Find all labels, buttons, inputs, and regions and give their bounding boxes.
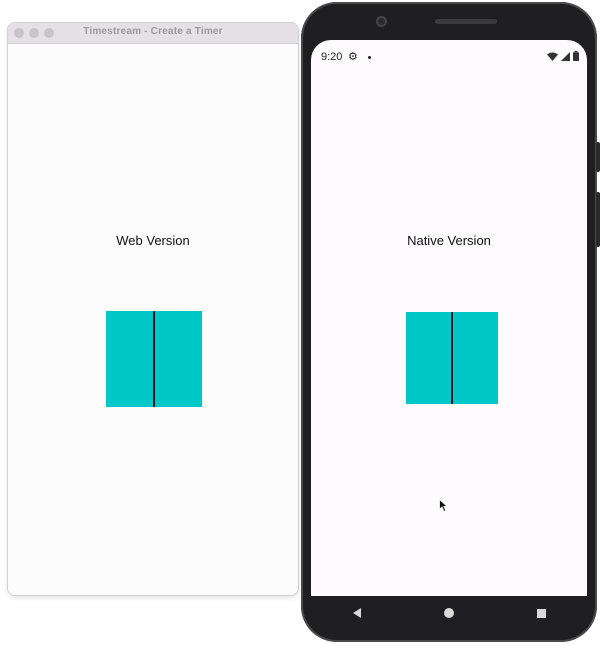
back-icon[interactable] bbox=[352, 608, 361, 618]
window-title: Timestream - Create a Timer bbox=[83, 26, 223, 37]
battery-icon bbox=[573, 51, 579, 61]
web-timer-left-panel bbox=[106, 311, 153, 407]
recents-icon[interactable] bbox=[536, 608, 546, 618]
window-titlebar: Timestream - Create a Timer bbox=[8, 23, 298, 44]
android-phone-frame: 9:20 ⚙ Native Version bbox=[301, 2, 600, 642]
signal-icon bbox=[561, 51, 570, 61]
home-icon[interactable] bbox=[443, 608, 454, 618]
front-camera-icon bbox=[376, 16, 387, 27]
phone-screen: 9:20 ⚙ Native Version bbox=[311, 40, 587, 596]
web-version-label: Web Version bbox=[116, 233, 190, 248]
status-time: 9:20 bbox=[321, 51, 343, 63]
wifi-icon bbox=[547, 52, 558, 61]
native-version-label: Native Version bbox=[407, 233, 491, 248]
status-icons bbox=[547, 51, 579, 61]
volume-button bbox=[596, 192, 600, 247]
web-timer-right-panel bbox=[155, 311, 202, 407]
notification-dot-icon bbox=[368, 56, 371, 59]
native-timer-left-panel bbox=[406, 312, 451, 404]
gear-icon: ⚙ bbox=[348, 51, 358, 63]
native-timer-right-panel bbox=[453, 312, 498, 404]
status-bar: 9:20 ⚙ bbox=[311, 40, 587, 70]
native-timer-box[interactable] bbox=[406, 312, 498, 404]
earpiece-speaker bbox=[435, 19, 497, 24]
web-window: Timestream - Create a Timer Web Version bbox=[8, 23, 298, 595]
power-button bbox=[596, 142, 600, 172]
web-timer-box[interactable] bbox=[106, 311, 202, 407]
mouse-pointer-icon bbox=[439, 499, 448, 512]
android-nav-bar bbox=[311, 596, 587, 630]
